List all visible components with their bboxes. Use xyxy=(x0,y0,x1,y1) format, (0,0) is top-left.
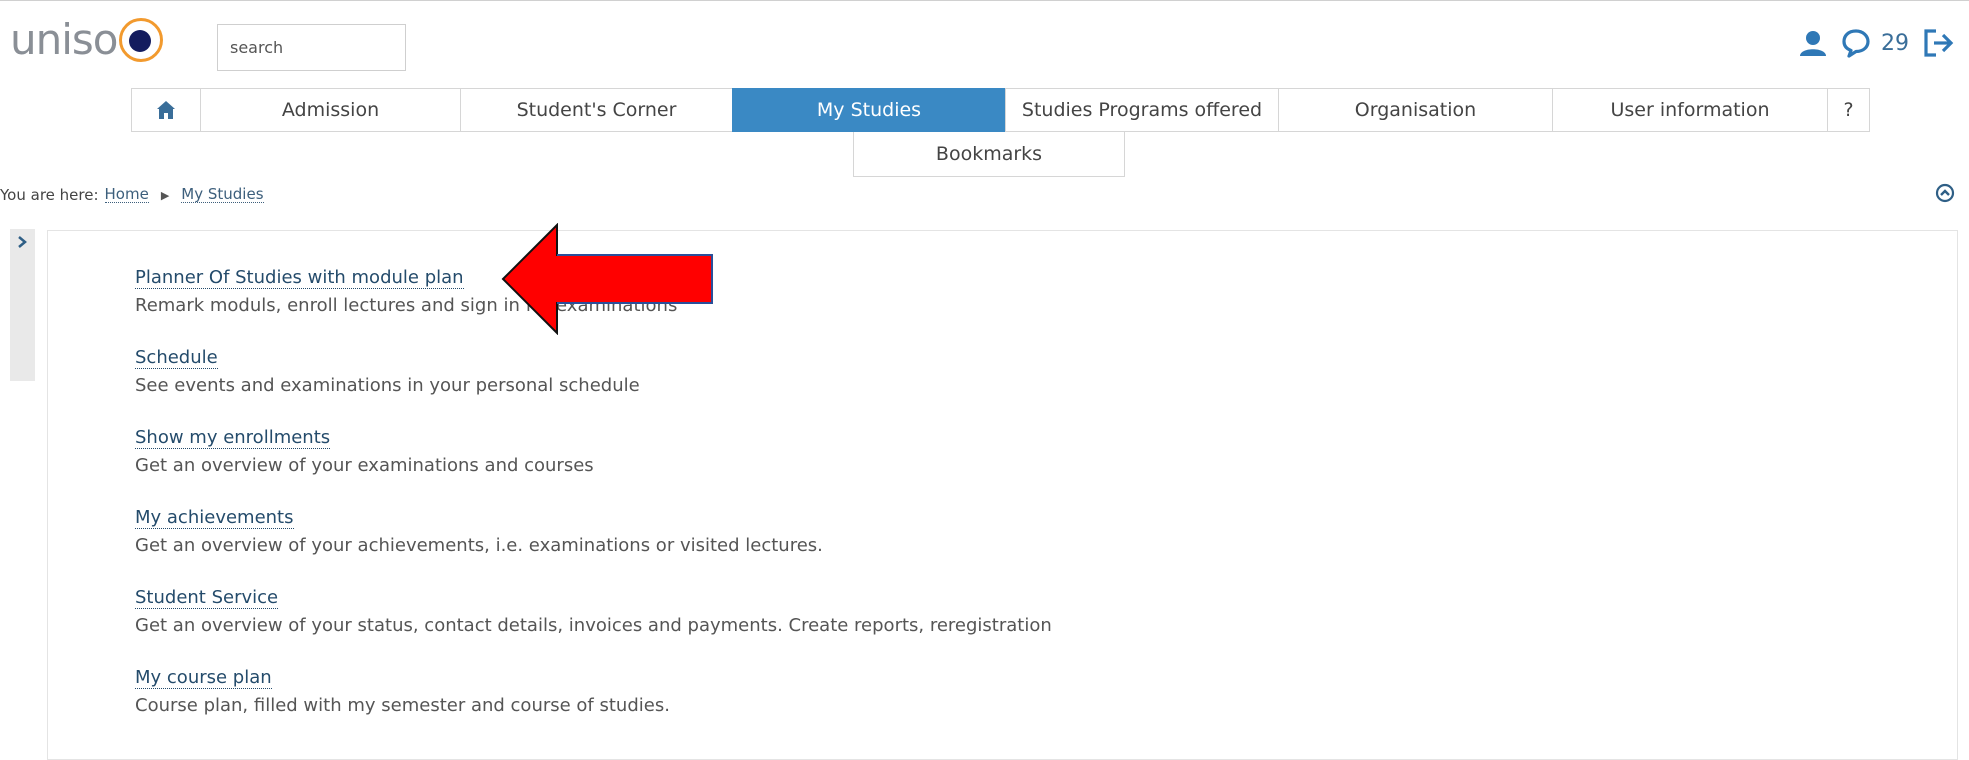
item-description: Get an overview of your examinations and… xyxy=(135,455,594,476)
tab-admission[interactable]: Admission xyxy=(200,88,461,132)
user-icon[interactable] xyxy=(1799,29,1827,57)
sidebar-toggle[interactable] xyxy=(10,229,35,381)
tab-students-corner[interactable]: Student's Corner xyxy=(460,88,733,132)
item-description: See events and examinations in your pers… xyxy=(135,375,640,396)
list-item: My achievements Get an overview of your … xyxy=(135,508,823,556)
red-arrow-annotation xyxy=(500,222,720,339)
breadcrumb-prefix: You are here: xyxy=(0,186,99,204)
top-border xyxy=(0,0,1969,1)
tab-my-studies[interactable]: My Studies xyxy=(732,88,1006,132)
list-item: My course plan Course plan, filled with … xyxy=(135,668,670,716)
breadcrumb-home[interactable]: Home xyxy=(104,187,149,203)
list-item: Schedule See events and examinations in … xyxy=(135,348,640,396)
home-icon xyxy=(156,100,176,120)
my-achievements-link[interactable]: My achievements xyxy=(135,508,294,529)
breadcrumb: You are here: Home ▶ My Studies xyxy=(0,186,264,204)
main-navigation: Admission Student's Corner My Studies St… xyxy=(131,88,1870,132)
schedule-link[interactable]: Schedule xyxy=(135,348,218,369)
message-count: 29 xyxy=(1881,30,1909,56)
breadcrumb-my-studies[interactable]: My Studies xyxy=(181,187,264,203)
chevron-right-icon xyxy=(18,236,27,248)
item-description: Get an overview of your achievements, i.… xyxy=(135,535,823,556)
collapse-up-icon[interactable] xyxy=(1935,183,1955,207)
show-enrollments-link[interactable]: Show my enrollments xyxy=(135,428,331,449)
list-item: Show my enrollments Get an overview of y… xyxy=(135,428,594,476)
tab-studies-programs-offered[interactable]: Studies Programs offered xyxy=(1005,88,1279,132)
my-course-plan-link[interactable]: My course plan xyxy=(135,668,272,689)
search-input[interactable] xyxy=(217,24,406,71)
tab-user-information[interactable]: User information xyxy=(1552,88,1828,132)
unisono-logo[interactable]: uniso xyxy=(10,10,163,70)
chat-icon[interactable] xyxy=(1841,28,1871,58)
logo-text: uniso xyxy=(10,15,118,64)
tab-bookmarks[interactable]: Bookmarks xyxy=(853,132,1125,177)
logout-icon[interactable] xyxy=(1923,28,1955,58)
tab-organisation[interactable]: Organisation xyxy=(1278,88,1553,132)
list-item: Student Service Get an overview of your … xyxy=(135,588,1052,636)
header-actions: 29 xyxy=(1799,28,1955,58)
home-tab[interactable] xyxy=(131,88,201,132)
logo-mark-icon xyxy=(118,18,163,62)
student-service-link[interactable]: Student Service xyxy=(135,588,279,609)
tab-help[interactable]: ? xyxy=(1827,88,1870,132)
item-description: Get an overview of your status, contact … xyxy=(135,615,1052,636)
chevron-right-icon: ▶ xyxy=(160,188,170,202)
planner-of-studies-link[interactable]: Planner Of Studies with module plan xyxy=(135,268,464,289)
item-description: Course plan, filled with my semester and… xyxy=(135,695,670,716)
